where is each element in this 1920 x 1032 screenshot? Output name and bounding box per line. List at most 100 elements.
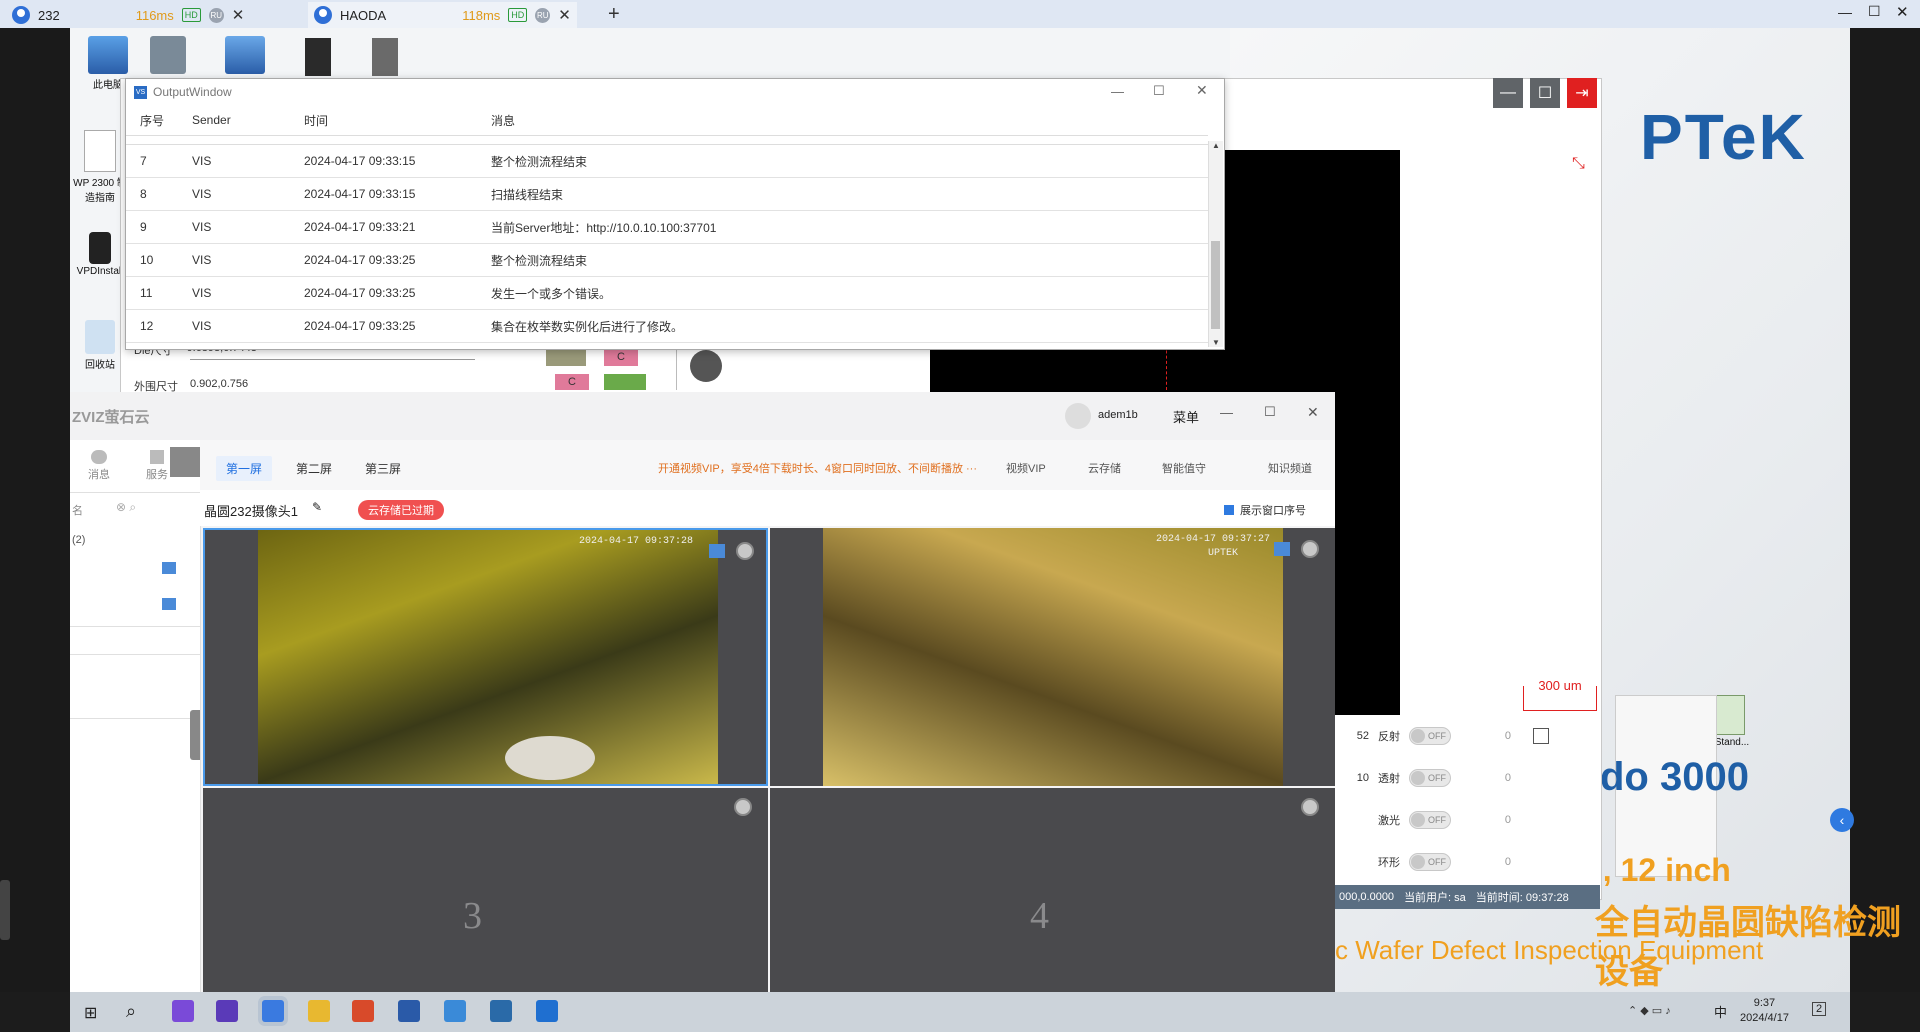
start-icon[interactable]: ⊞ <box>84 1003 97 1023</box>
visual-studio-icon[interactable] <box>172 1000 194 1022</box>
server-icon[interactable] <box>305 38 331 76</box>
video-slot-2[interactable]: 2024-04-17 09:37:27 UPTEK <box>770 528 1335 786</box>
avatar[interactable] <box>1065 403 1091 429</box>
close-icon[interactable]: ✕ <box>1307 404 1319 421</box>
sidebar-services[interactable]: 服务 <box>146 450 168 482</box>
laser-toggle[interactable]: OFF <box>1409 811 1451 829</box>
grid-layout-icon[interactable] <box>170 447 200 477</box>
app-icon[interactable] <box>352 1000 374 1022</box>
maximize-icon[interactable]: ☐ <box>1264 404 1276 420</box>
ezviz-icon[interactable] <box>262 1000 284 1022</box>
play-icon[interactable] <box>1301 540 1319 558</box>
device-group[interactable]: (2) <box>72 534 85 546</box>
chat-overlay-icon[interactable] <box>709 544 725 558</box>
tab-screen-3[interactable]: 第三屏 <box>365 460 401 477</box>
table-row[interactable]: 8 VIS 2024-04-17 09:33:15 扫描线程结束 <box>126 177 1208 211</box>
minimize-icon[interactable]: — <box>1838 4 1852 20</box>
chat-overlay-icon[interactable] <box>1274 542 1290 556</box>
video-slot-4[interactable]: 4 <box>770 788 1335 992</box>
search-input[interactable]: 名 <box>72 502 83 518</box>
maximize-icon[interactable]: ☐ <box>1868 3 1881 20</box>
link-cloud-storage[interactable]: 云存储 <box>1088 460 1121 476</box>
tab-screen-2[interactable]: 第二屏 <box>296 460 332 477</box>
transmit-toggle[interactable]: OFF <box>1409 769 1451 787</box>
inspection-window-controls: — ☐ ⇥ <box>1493 78 1597 108</box>
scroll-down-icon[interactable]: ▼ <box>1209 338 1223 347</box>
table-row[interactable]: 10 VIS 2024-04-17 09:33:25 整个检测流程结束 <box>126 243 1208 277</box>
clock[interactable]: 9:37 2024/4/17 <box>1740 996 1789 1026</box>
server-icon[interactable] <box>372 38 398 76</box>
table-row[interactable]: 11 VIS 2024-04-17 09:33:25 发生一个或多个错误。 <box>126 276 1208 310</box>
reflect-checkbox[interactable] <box>1533 728 1549 744</box>
vip-promo-link[interactable]: 开通视频VIP，享受4倍下载时长、4窗口同时回放、不间断播放 ··· <box>658 460 977 476</box>
close-tab-icon[interactable]: ✕ <box>232 6 245 24</box>
ring-toggle[interactable]: OFF <box>1409 853 1451 871</box>
edit-icon[interactable]: ✎ <box>312 500 322 514</box>
ime-indicator[interactable]: 中 <box>1714 1002 1727 1021</box>
table-row[interactable]: 12 VIS 2024-04-17 09:33:25 集合在枚举数实例化后进行了修改。 <box>126 309 1208 343</box>
camera-device-icon[interactable] <box>162 598 176 610</box>
camera-device-icon[interactable] <box>162 562 176 574</box>
region-badge: RU <box>208 7 224 23</box>
maximize-icon[interactable]: ☐ <box>1153 83 1165 99</box>
link-smart-guard[interactable]: 智能值守 <box>1162 460 1206 476</box>
scroll-up-icon[interactable]: ▲ <box>1209 141 1223 150</box>
network-pc-icon[interactable] <box>225 36 265 74</box>
new-tab-icon[interactable]: + <box>608 3 620 26</box>
tray-icons[interactable]: ⌃ ◆ ▭ ♪ <box>1628 1004 1671 1017</box>
image-icon[interactable] <box>690 350 722 382</box>
code-icon[interactable] <box>444 1000 466 1022</box>
remote-tab-232[interactable]: 232 116ms HD RU ✕ <box>12 2 244 28</box>
app-icon[interactable] <box>490 1000 512 1022</box>
vs-icon: VS <box>134 85 147 99</box>
log-sender: VIS <box>191 177 303 211</box>
remote-tab-haoda[interactable]: HAODA 118ms HD RU ✕ <box>308 2 577 28</box>
col-message[interactable]: 消息 <box>490 105 1208 136</box>
video-slot-3[interactable]: 3 <box>203 788 768 992</box>
close-tab-icon[interactable]: ✕ <box>558 6 571 24</box>
show-index-checkbox[interactable] <box>1224 505 1234 515</box>
minimize-icon[interactable]: — <box>1220 405 1233 420</box>
notification-icon[interactable]: 2 <box>1812 1002 1827 1016</box>
cloud-expired-badge[interactable]: 云存储已过期 <box>358 500 444 520</box>
sidebar-collapse-handle[interactable] <box>190 710 200 760</box>
remote-desktop-icon[interactable] <box>398 1000 420 1022</box>
table-row[interactable]: 9 VIS 2024-04-17 09:33:21 当前Server地址：http:/… <box>126 210 1208 244</box>
link-knowledge[interactable]: 知识频道 <box>1268 460 1312 476</box>
side-handle[interactable] <box>0 880 10 940</box>
col-index[interactable]: 序号 <box>126 105 191 136</box>
video-slot-1[interactable]: 2024-04-17 09:37:28 <box>203 528 768 786</box>
col-sender[interactable]: Sender <box>191 105 303 136</box>
visual-studio-icon[interactable] <box>216 1000 238 1022</box>
search-icon[interactable]: ⌕ <box>126 1001 136 1022</box>
chevron-left-icon[interactable]: ‹ <box>1830 808 1854 832</box>
vis-icon[interactable] <box>536 1000 558 1022</box>
sidebar-messages[interactable]: 消息 <box>88 450 110 482</box>
exit-button[interactable]: ⇥ <box>1567 78 1597 108</box>
lock-folder-icon[interactable] <box>150 36 186 74</box>
username[interactable]: adem1b <box>1098 409 1138 421</box>
menu-button[interactable]: 菜单 <box>1173 407 1199 426</box>
collapse-icon[interactable]: ⤡ <box>1572 155 1585 173</box>
log-sender: VIS <box>191 243 303 277</box>
table-row[interactable]: 7 VIS 2024-04-17 09:33:15 整个检测流程结束 <box>126 144 1208 178</box>
search-icon[interactable]: ⊗ ⌕ <box>116 500 136 515</box>
play-icon[interactable] <box>734 798 752 816</box>
maximize-button[interactable]: ☐ <box>1530 78 1560 108</box>
output-window: VS OutputWindow — ☐ ✕ 序号 Sender 时间 消息 7V… <box>125 78 1225 350</box>
minimize-button[interactable]: — <box>1493 78 1523 108</box>
log-scrollbar[interactable]: ▲ ▼ <box>1208 141 1223 347</box>
close-icon[interactable]: ✕ <box>1896 3 1909 21</box>
brand-logo: PTeK <box>1640 101 1807 173</box>
col-time[interactable]: 时间 <box>303 105 490 136</box>
scroll-thumb[interactable] <box>1211 241 1220 329</box>
play-icon[interactable] <box>736 542 754 560</box>
minimize-icon[interactable]: — <box>1111 84 1124 99</box>
camera-feed-1 <box>258 530 718 784</box>
reflect-toggle[interactable]: OFF <box>1409 727 1451 745</box>
link-vip[interactable]: 视频VIP <box>1006 460 1046 476</box>
tab-screen-1[interactable]: 第一屏 <box>216 456 273 481</box>
file-explorer-icon[interactable] <box>308 1000 330 1022</box>
play-icon[interactable] <box>1301 798 1319 816</box>
close-icon[interactable]: ✕ <box>1196 82 1208 99</box>
